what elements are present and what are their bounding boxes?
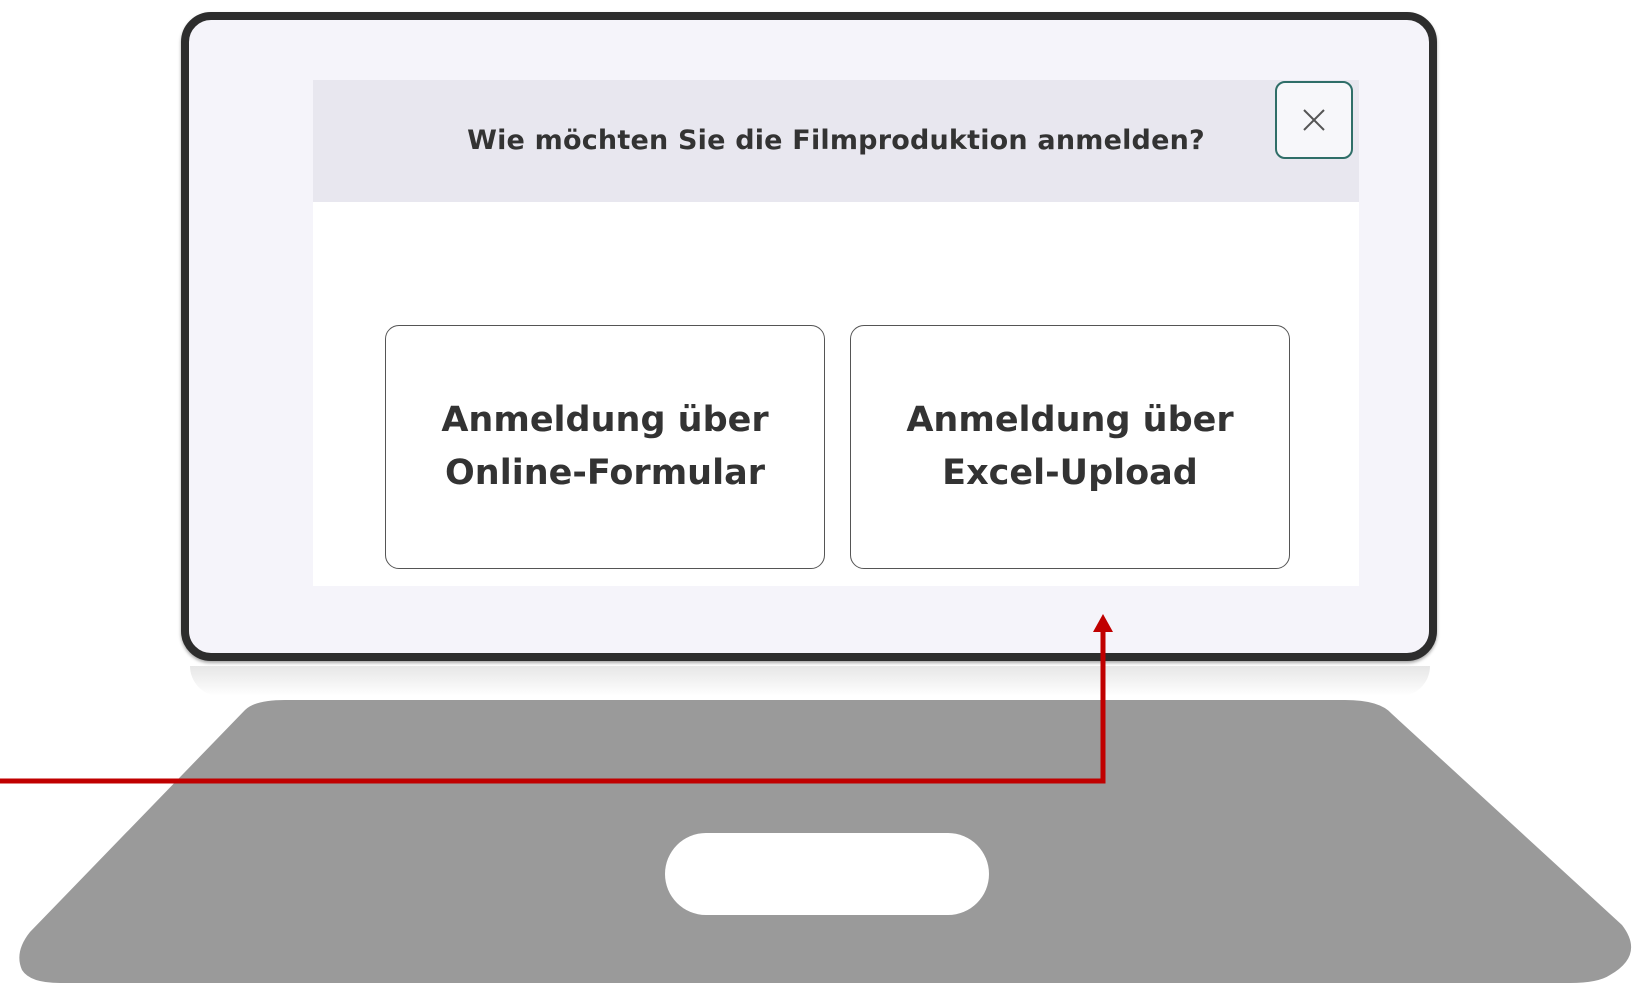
option-label-line2: Online-Formular	[445, 453, 765, 493]
online-form-option-button[interactable]: Anmeldung über Online-Formular	[385, 325, 825, 569]
screen-reflection	[190, 666, 1430, 696]
option-label-line2: Excel-Upload	[942, 453, 1198, 493]
excel-upload-option-button[interactable]: Anmeldung über Excel-Upload	[850, 325, 1290, 569]
close-icon	[1303, 109, 1325, 131]
option-label-line1: Anmeldung über	[441, 400, 769, 440]
trackpad	[665, 833, 989, 915]
dialog-header: Wie möchten Sie die Filmproduktion anmel…	[313, 80, 1359, 202]
close-button[interactable]	[1275, 81, 1353, 159]
laptop-illustration: Wie möchten Sie die Filmproduktion anmel…	[0, 0, 1635, 983]
dialog-title: Wie möchten Sie die Filmproduktion anmel…	[467, 125, 1205, 156]
option-label-line1: Anmeldung über	[906, 400, 1234, 440]
